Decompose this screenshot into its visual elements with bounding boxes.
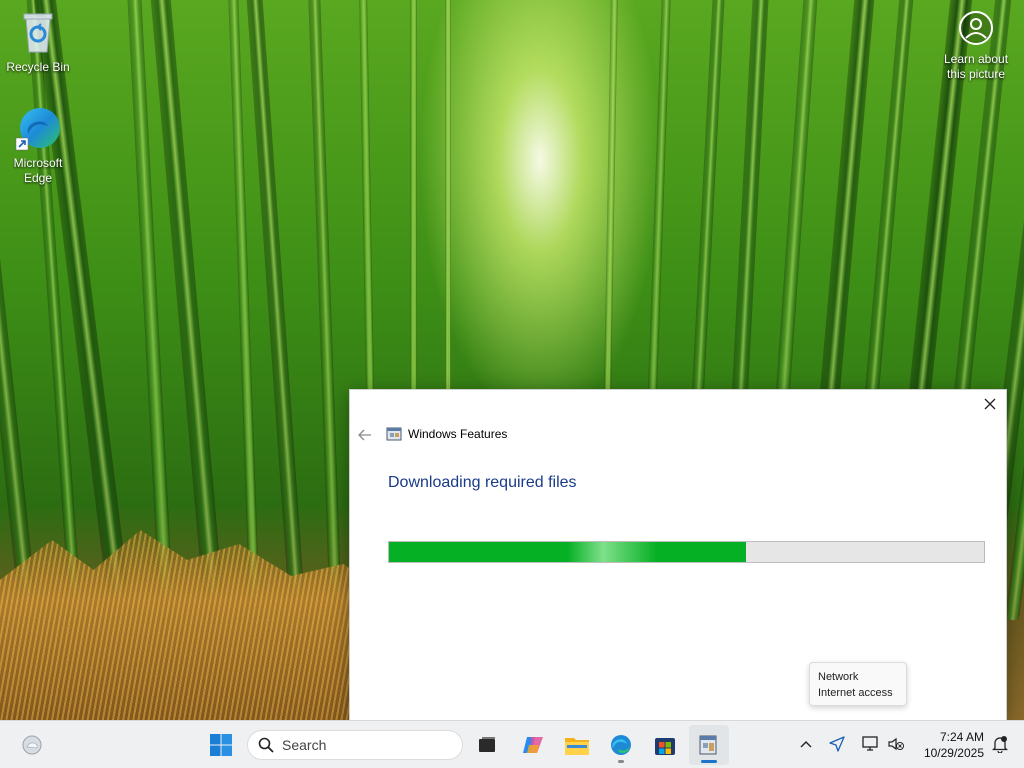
bamboo-stalk (32, 0, 132, 622)
search-placeholder: Search (282, 737, 327, 753)
tooltip-line-1: Network (818, 671, 859, 683)
search-input[interactable]: Search (247, 730, 463, 760)
active-indicator (701, 760, 717, 763)
dialog-title-row: Windows Features (386, 426, 507, 442)
bamboo-stalk (307, 0, 342, 621)
progress-bar (388, 541, 985, 563)
start-button[interactable] (201, 725, 241, 765)
notifications-button[interactable] (989, 733, 1011, 755)
network-button[interactable] (859, 733, 881, 755)
speaker-muted-icon (888, 737, 904, 751)
task-view-button[interactable] (467, 725, 507, 765)
windows-features-icon (699, 735, 717, 755)
close-icon (984, 398, 996, 410)
copilot-icon (523, 737, 543, 753)
recycle-bin-icon (14, 8, 62, 56)
edge-icon (611, 735, 631, 755)
edge-taskbar-button[interactable] (601, 725, 641, 765)
file-explorer-icon (565, 738, 589, 755)
desktop-icon-recycle-bin[interactable]: Recycle Bin (0, 8, 76, 75)
clock-time: 7:24 AM (939, 730, 984, 744)
back-arrow-icon (358, 429, 371, 441)
person-circle-icon (956, 8, 996, 48)
windows-features-taskbar-button[interactable] (689, 725, 729, 765)
start-icon (210, 734, 232, 756)
dialog-heading: Downloading required files (388, 474, 577, 491)
notification-bell-icon (992, 736, 1008, 753)
tooltip-line-2: Internet access (818, 687, 893, 699)
file-explorer-button[interactable] (557, 725, 597, 765)
clock[interactable]: 7:24 AM 10/29/2025 (914, 729, 984, 761)
progress-fill (389, 542, 746, 562)
learn-label-1: Learn about (943, 52, 1009, 66)
widgets-button[interactable] (12, 725, 52, 765)
store-button[interactable] (645, 725, 685, 765)
desktop-icon-label: Recycle Bin (6, 60, 70, 74)
task-view-icon (479, 737, 495, 752)
copilot-button[interactable] (513, 725, 553, 765)
taskbar: Search 7:24 AM 10/29/2025 (0, 720, 1024, 768)
network-icon (862, 736, 878, 751)
location-button[interactable] (826, 733, 848, 755)
windows-features-dialog: Windows Features Downloading required fi… (349, 389, 1007, 721)
dialog-title: Windows Features (408, 427, 508, 441)
volume-button[interactable] (885, 733, 907, 755)
desktop-icon-label: Microsoft Edge (13, 156, 63, 185)
learn-about-picture[interactable]: Learn about this picture (938, 8, 1014, 82)
close-button[interactable] (978, 392, 1002, 416)
back-button[interactable] (356, 426, 374, 444)
desktop-icon-edge[interactable]: Microsoft Edge (0, 104, 76, 186)
edge-icon (14, 104, 62, 152)
clock-date: 10/29/2025 (923, 746, 984, 760)
learn-label-2: this picture (946, 67, 1006, 81)
running-indicator (618, 760, 624, 763)
show-hidden-icons-button[interactable] (795, 733, 817, 755)
chevron-up-icon (800, 741, 812, 748)
weather-icon (22, 735, 42, 755)
location-arrow-icon (829, 736, 845, 752)
network-tooltip: Network Internet access (809, 662, 907, 706)
windows-features-icon (386, 427, 402, 441)
store-icon (655, 738, 675, 755)
search-icon (258, 737, 274, 753)
